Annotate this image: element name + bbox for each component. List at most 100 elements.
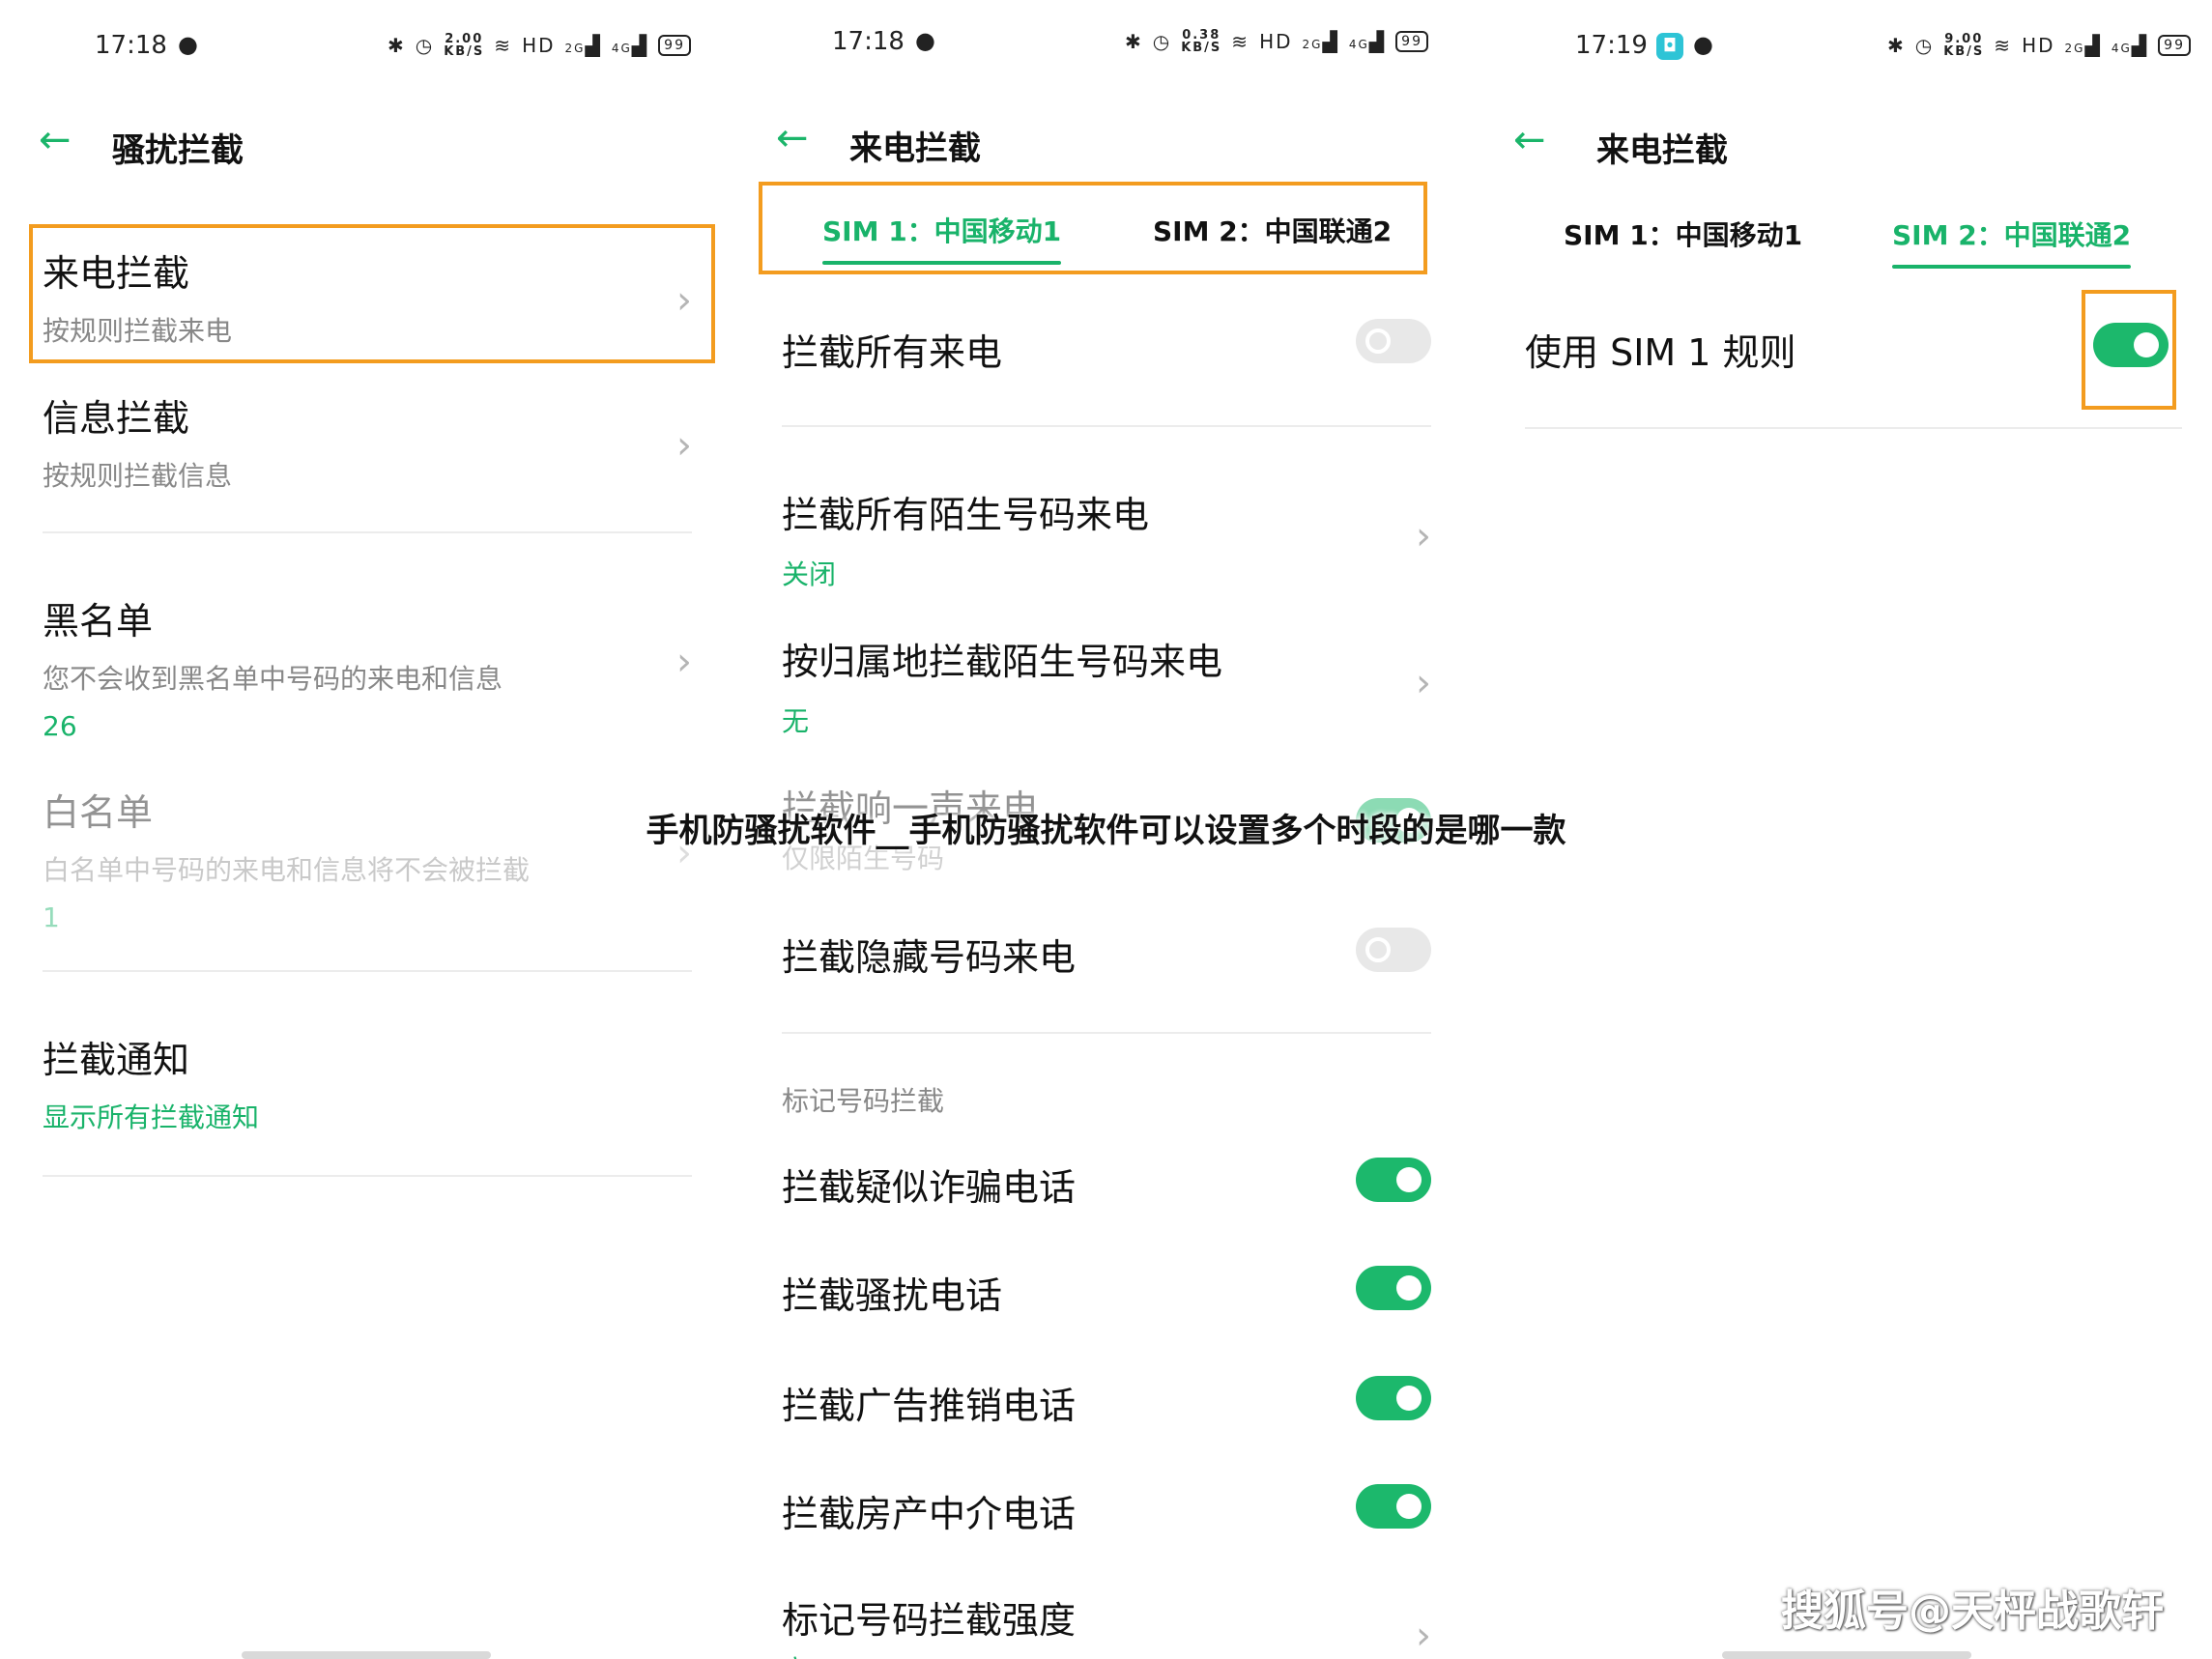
net-speed: 9.00 KB/S [1943,32,1985,59]
page-header: ← 来电拦截 [1475,118,2212,176]
status-time: 17:18 [95,31,167,60]
menu-subtitle: 白名单中号码的来电和信息将不会被拦截 [43,854,531,886]
tab-sim1[interactable]: SIM 1：中国移动1 [1564,215,1802,253]
app-notification-icon: ◘ [1656,33,1683,60]
toggle-block-ads[interactable] [1356,1376,1431,1420]
status-icons: ✱ ◷ 2.00 KB/S ≋ HD 2G▟ 4G▟ 99 [388,33,691,58]
row-use-sim1-rules: 使用 SIM 1 规则 [1525,323,2174,376]
back-arrow-icon[interactable]: ← [39,118,72,162]
battery-icon: 99 [1395,31,1428,52]
bluetooth-icon: ✱ [1124,30,1143,53]
status-bar: 17:19 ◘ ● ✱ ◷ 9.00 KB/S ≋ HD 2G▟ 4G▟ 99 [1475,27,2212,66]
wifi-icon: ≋ [1231,30,1250,53]
toggle-block-harassment[interactable] [1356,1266,1431,1310]
row-block-unknown[interactable]: 拦截所有陌生号码来电 关闭 › [782,485,1431,592]
toggle-block-fraud[interactable] [1356,1158,1431,1202]
whitelist-count: 1 [43,901,60,933]
page-title: 来电拦截 [1596,131,1728,170]
row-title: 按归属地拦截陌生号码来电 [782,641,1223,683]
toggle-block-hidden[interactable] [1356,928,1431,972]
row-title: 拦截所有来电 [782,331,1003,374]
status-icons: ✱ ◷ 9.00 KB/S ≋ HD 2G▟ 4G▟ 99 [1887,33,2191,58]
page-title: 骚扰拦截 [112,131,244,170]
divider [782,425,1431,427]
menu-subtitle: 按规则拦截信息 [43,460,233,492]
sim-tabs: SIM 1：中国移动1 SIM 2：中国联通2 [1475,207,2212,274]
divider [43,531,692,533]
toggle-block-all-calls[interactable] [1356,319,1431,363]
alarm-icon: ◷ [1914,34,1935,57]
row-block-strength[interactable]: 标记号码拦截强度 高 › [782,1590,1431,1659]
row-block-hidden: 拦截隐藏号码来电 [782,928,1431,981]
row-block-harassment: 拦截骚扰电话 [782,1266,1431,1319]
menu-title: 拦截通知 [43,1039,190,1081]
row-title: 拦截广告推销电话 [782,1385,1077,1427]
wechat-icon: ● [1693,31,1713,58]
toggle-block-realestate[interactable] [1356,1484,1431,1529]
divider [782,1032,1431,1034]
signal-4g: 4G▟ [1348,30,1387,53]
hd-label: HD [2022,34,2055,57]
row-title: 拦截所有陌生号码来电 [782,494,1150,536]
row-value: 无 [782,705,810,737]
row-block-realestate: 拦截房产中介电话 [782,1484,1431,1537]
row-title: 使用 SIM 1 规则 [1525,331,1796,374]
row-title: 拦截疑似诈骗电话 [782,1166,1077,1209]
menu-blacklist[interactable]: 黑名单 您不会收到黑名单中号码的来电和信息 26 › [43,591,692,742]
row-title: 拦截房产中介电话 [782,1493,1077,1535]
row-value: 高 [782,1649,1431,1659]
chevron-right-icon: › [1416,661,1431,705]
menu-message-block[interactable]: 信息拦截 按规则拦截信息 › [43,388,692,494]
back-arrow-icon[interactable]: ← [776,116,809,160]
wechat-icon: ● [178,31,198,58]
row-title: 拦截隐藏号码来电 [782,936,1077,979]
signal-4g: 4G▟ [611,34,649,57]
home-indicator[interactable] [1722,1651,1971,1659]
chevron-right-icon: › [1416,1614,1431,1658]
row-title: 标记号码拦截强度 [782,1599,1077,1642]
signal-2g: 2G▟ [2064,34,2102,57]
menu-block-notification[interactable]: 拦截通知 显示所有拦截通知 [43,1030,692,1135]
chevron-right-icon: › [1416,514,1431,558]
chevron-right-icon: › [676,423,692,468]
row-block-by-location[interactable]: 按归属地拦截陌生号码来电 无 › [782,632,1431,739]
bluetooth-icon: ✱ [1886,34,1906,57]
tab-sim2[interactable]: SIM 2：中国联通2 [1892,215,2132,269]
hd-label: HD [522,34,556,57]
status-icons: ✱ ◷ 0.38 KB/S ≋ HD 2G▟ 4G▟ 99 [1125,29,1428,54]
page-header: ← 骚扰拦截 [0,118,737,176]
wifi-icon: ≋ [1994,34,2013,57]
section-marked-numbers: 标记号码拦截 [782,1085,945,1117]
menu-subtitle: 您不会收到黑名单中号码的来电和信息 [43,663,503,695]
hd-label: HD [1259,30,1293,53]
back-arrow-icon[interactable]: ← [1513,118,1546,162]
alarm-icon: ◷ [1152,30,1172,53]
page-header: ← 来电拦截 [737,116,1475,174]
status-time: 17:19 [1575,31,1648,60]
row-block-fraud: 拦截疑似诈骗电话 [782,1158,1431,1211]
battery-icon: 99 [658,35,691,56]
battery-icon: 99 [2158,35,2191,56]
row-block-all-calls: 拦截所有来电 [782,323,1431,376]
net-speed: 0.38 KB/S [1181,28,1222,55]
signal-2g: 2G▟ [1302,30,1339,53]
status-bar: 17:18 ● ✱ ◷ 2.00 KB/S ≋ HD 2G▟ 4G▟ 99 [0,27,737,66]
divider [1525,427,2182,429]
watermark: 搜狐号@天枰战歌轩 [1781,1587,2164,1636]
home-indicator[interactable] [242,1651,491,1659]
highlight-box [29,224,715,363]
wechat-icon: ● [915,27,935,54]
bluetooth-icon: ✱ [387,34,406,57]
signal-2g: 2G▟ [564,34,602,57]
signal-4g: 4G▟ [2111,34,2149,57]
divider [43,970,692,972]
menu-title: 信息拦截 [43,397,190,440]
chevron-right-icon: › [676,640,692,684]
row-block-ads: 拦截广告推销电话 [782,1376,1431,1429]
row-value: 关闭 [782,558,837,590]
wifi-icon: ≋ [494,34,513,57]
overlay-caption: 手机防骚扰软件__手机防骚扰软件可以设置多个时段的是哪一款 [646,812,1566,850]
status-time: 17:18 [832,27,905,56]
divider [43,1175,692,1177]
alarm-icon: ◷ [415,34,435,57]
